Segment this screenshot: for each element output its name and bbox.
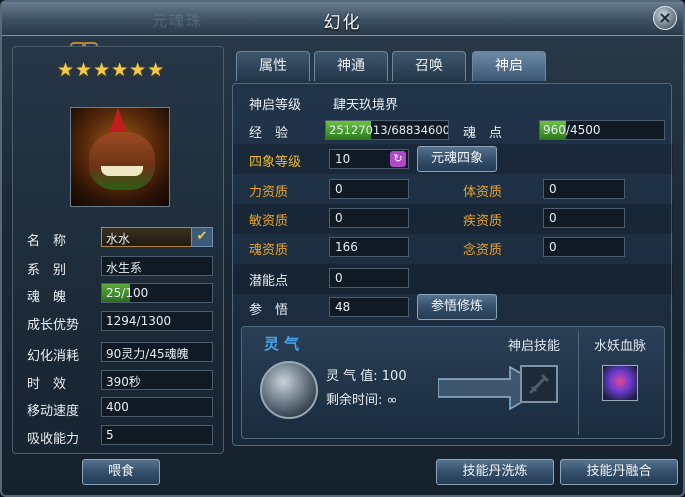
- duration-label: 时 效: [27, 377, 67, 392]
- level-value: 肆天玖境界: [333, 98, 399, 113]
- soulpoint-label: 魂 点: [463, 126, 503, 141]
- star-rating: ★★★★★★: [57, 59, 166, 81]
- level-row: 神启等级 肆天玖境界: [233, 90, 673, 116]
- sixiang-label: 四象等级: [249, 155, 302, 170]
- lingqi-title: 灵 气: [264, 335, 300, 353]
- exp-bar: 25127013/688346002: [325, 120, 449, 140]
- lingqi-value: 100: [381, 369, 407, 384]
- shenqi-panel: 神启等级 肆天玖境界 经 验 25127013/688346002 魂 点 96…: [232, 83, 673, 446]
- cost-label: 幻化消耗: [27, 349, 80, 364]
- sixiang-value: 10 ↻: [329, 149, 409, 169]
- str-value: 0: [329, 179, 409, 199]
- absorb-value: 5: [101, 425, 213, 445]
- tab-summon[interactable]: 召唤: [392, 51, 466, 81]
- pet-info-panel: ★★★★★★ 名 称 水水 ✔ 系 别 水生系 魂 魄 25/100 成长优势 …: [12, 46, 224, 454]
- exp-row: 经 验 25127013/688346002 魂 点 960/4500: [233, 118, 673, 144]
- sixiang-row: 四象等级 10 ↻ 元魂四象: [233, 146, 673, 173]
- mind-label: 念资质: [463, 243, 503, 258]
- duration-value: 390秒: [101, 370, 213, 390]
- skill-pill-wash-button[interactable]: 技能丹洗炼: [436, 459, 554, 485]
- str-label: 力资质: [249, 185, 289, 200]
- name-row: 名 称 水水 ✔: [13, 227, 225, 249]
- growth-row: 成长优势 1294/1300: [13, 311, 225, 333]
- growth-label: 成长优势: [27, 318, 80, 333]
- spd-label: 疾资质: [463, 214, 503, 229]
- potential-label: 潜能点: [249, 274, 289, 289]
- exp-total: 688346002: [391, 123, 448, 137]
- shenqi-skill-label: 神启技能: [508, 339, 561, 354]
- con-value: 0: [543, 179, 625, 199]
- soul-apt-label: 魂资质: [249, 243, 289, 258]
- remaining-time-label: 剩余时间:: [326, 393, 387, 408]
- soul-label: 魂 魄: [27, 290, 67, 305]
- name-input[interactable]: 水水 ✔: [101, 227, 213, 247]
- type-value: 水生系: [101, 256, 213, 276]
- cost-value: 90灵力/45魂魄: [101, 342, 213, 362]
- lingqi-value-label: 灵 气 值:: [326, 369, 382, 384]
- skill-sword-icon: [528, 373, 550, 395]
- level-label: 神启等级: [249, 98, 302, 113]
- shenqi-skill-slot[interactable]: [520, 365, 558, 403]
- agi-label: 敏资质: [249, 214, 289, 229]
- duration-row: 时 效 390秒: [13, 370, 225, 392]
- water-demon-bloodline-icon[interactable]: [602, 365, 638, 401]
- remaining-time-value: ∞: [386, 393, 398, 408]
- con-label: 体资质: [463, 185, 503, 200]
- window-title: 幻化: [323, 13, 362, 33]
- speed-row: 移动速度 400: [13, 397, 225, 419]
- feed-button[interactable]: 喂食: [82, 459, 160, 485]
- name-label: 名 称: [27, 234, 67, 249]
- growth-value: 1294/1300: [101, 311, 213, 331]
- insight-label: 参 悟: [249, 303, 289, 318]
- bloodline-label: 水妖血脉: [594, 339, 647, 354]
- insight-train-button[interactable]: 参悟修炼: [417, 294, 497, 320]
- absorb-label: 吸收能力: [27, 432, 80, 447]
- potential-value: 0: [329, 268, 409, 288]
- tab-powers[interactable]: 神通: [314, 51, 388, 81]
- speed-label: 移动速度: [27, 404, 80, 419]
- soul-bar: 25/100: [101, 283, 213, 303]
- skill-pill-fuse-button[interactable]: 技能丹融合: [560, 459, 678, 485]
- speed-value: 400: [101, 397, 213, 417]
- mind-value: 0: [543, 237, 625, 257]
- title-bar: 元魂珠 幻化 ×: [2, 2, 683, 36]
- exp-value: 25127013: [329, 123, 388, 137]
- pet-portrait: [70, 107, 170, 207]
- agi-value: 0: [329, 208, 409, 228]
- spd-value: 0: [543, 208, 625, 228]
- type-label: 系 别: [27, 263, 67, 278]
- tab-shenqi[interactable]: 神启: [472, 51, 546, 81]
- close-icon[interactable]: ×: [653, 6, 677, 30]
- soul-apt-value: 166: [329, 237, 409, 257]
- tab-attributes[interactable]: 属性: [236, 51, 310, 81]
- type-row: 系 别 水生系: [13, 256, 225, 278]
- lingqi-orb: [260, 361, 318, 419]
- insight-value: 48: [329, 297, 409, 317]
- lingqi-panel: 灵 气 灵 气 值: 100 剩余时间: ∞ 神启技能 水妖血脉: [241, 326, 665, 439]
- confirm-check-icon[interactable]: ✔: [191, 227, 213, 247]
- soulpoint-bar: 960/4500: [539, 120, 665, 140]
- soul-row: 魂 魄 25/100: [13, 283, 225, 305]
- refresh-icon[interactable]: ↻: [390, 151, 406, 167]
- soulpoint-value: 960/4500: [543, 123, 601, 137]
- absorb-row: 吸收能力 5: [13, 425, 225, 447]
- yuanhun-sixiang-button[interactable]: 元魂四象: [417, 146, 497, 172]
- transform-window: 元魂珠 幻化 × ★★★★★★ 名 称 水水 ✔ 系 别 水生系 魂 魄 25/…: [0, 0, 685, 497]
- cost-row: 幻化消耗 90灵力/45魂魄: [13, 342, 225, 364]
- exp-label: 经 验: [249, 126, 289, 141]
